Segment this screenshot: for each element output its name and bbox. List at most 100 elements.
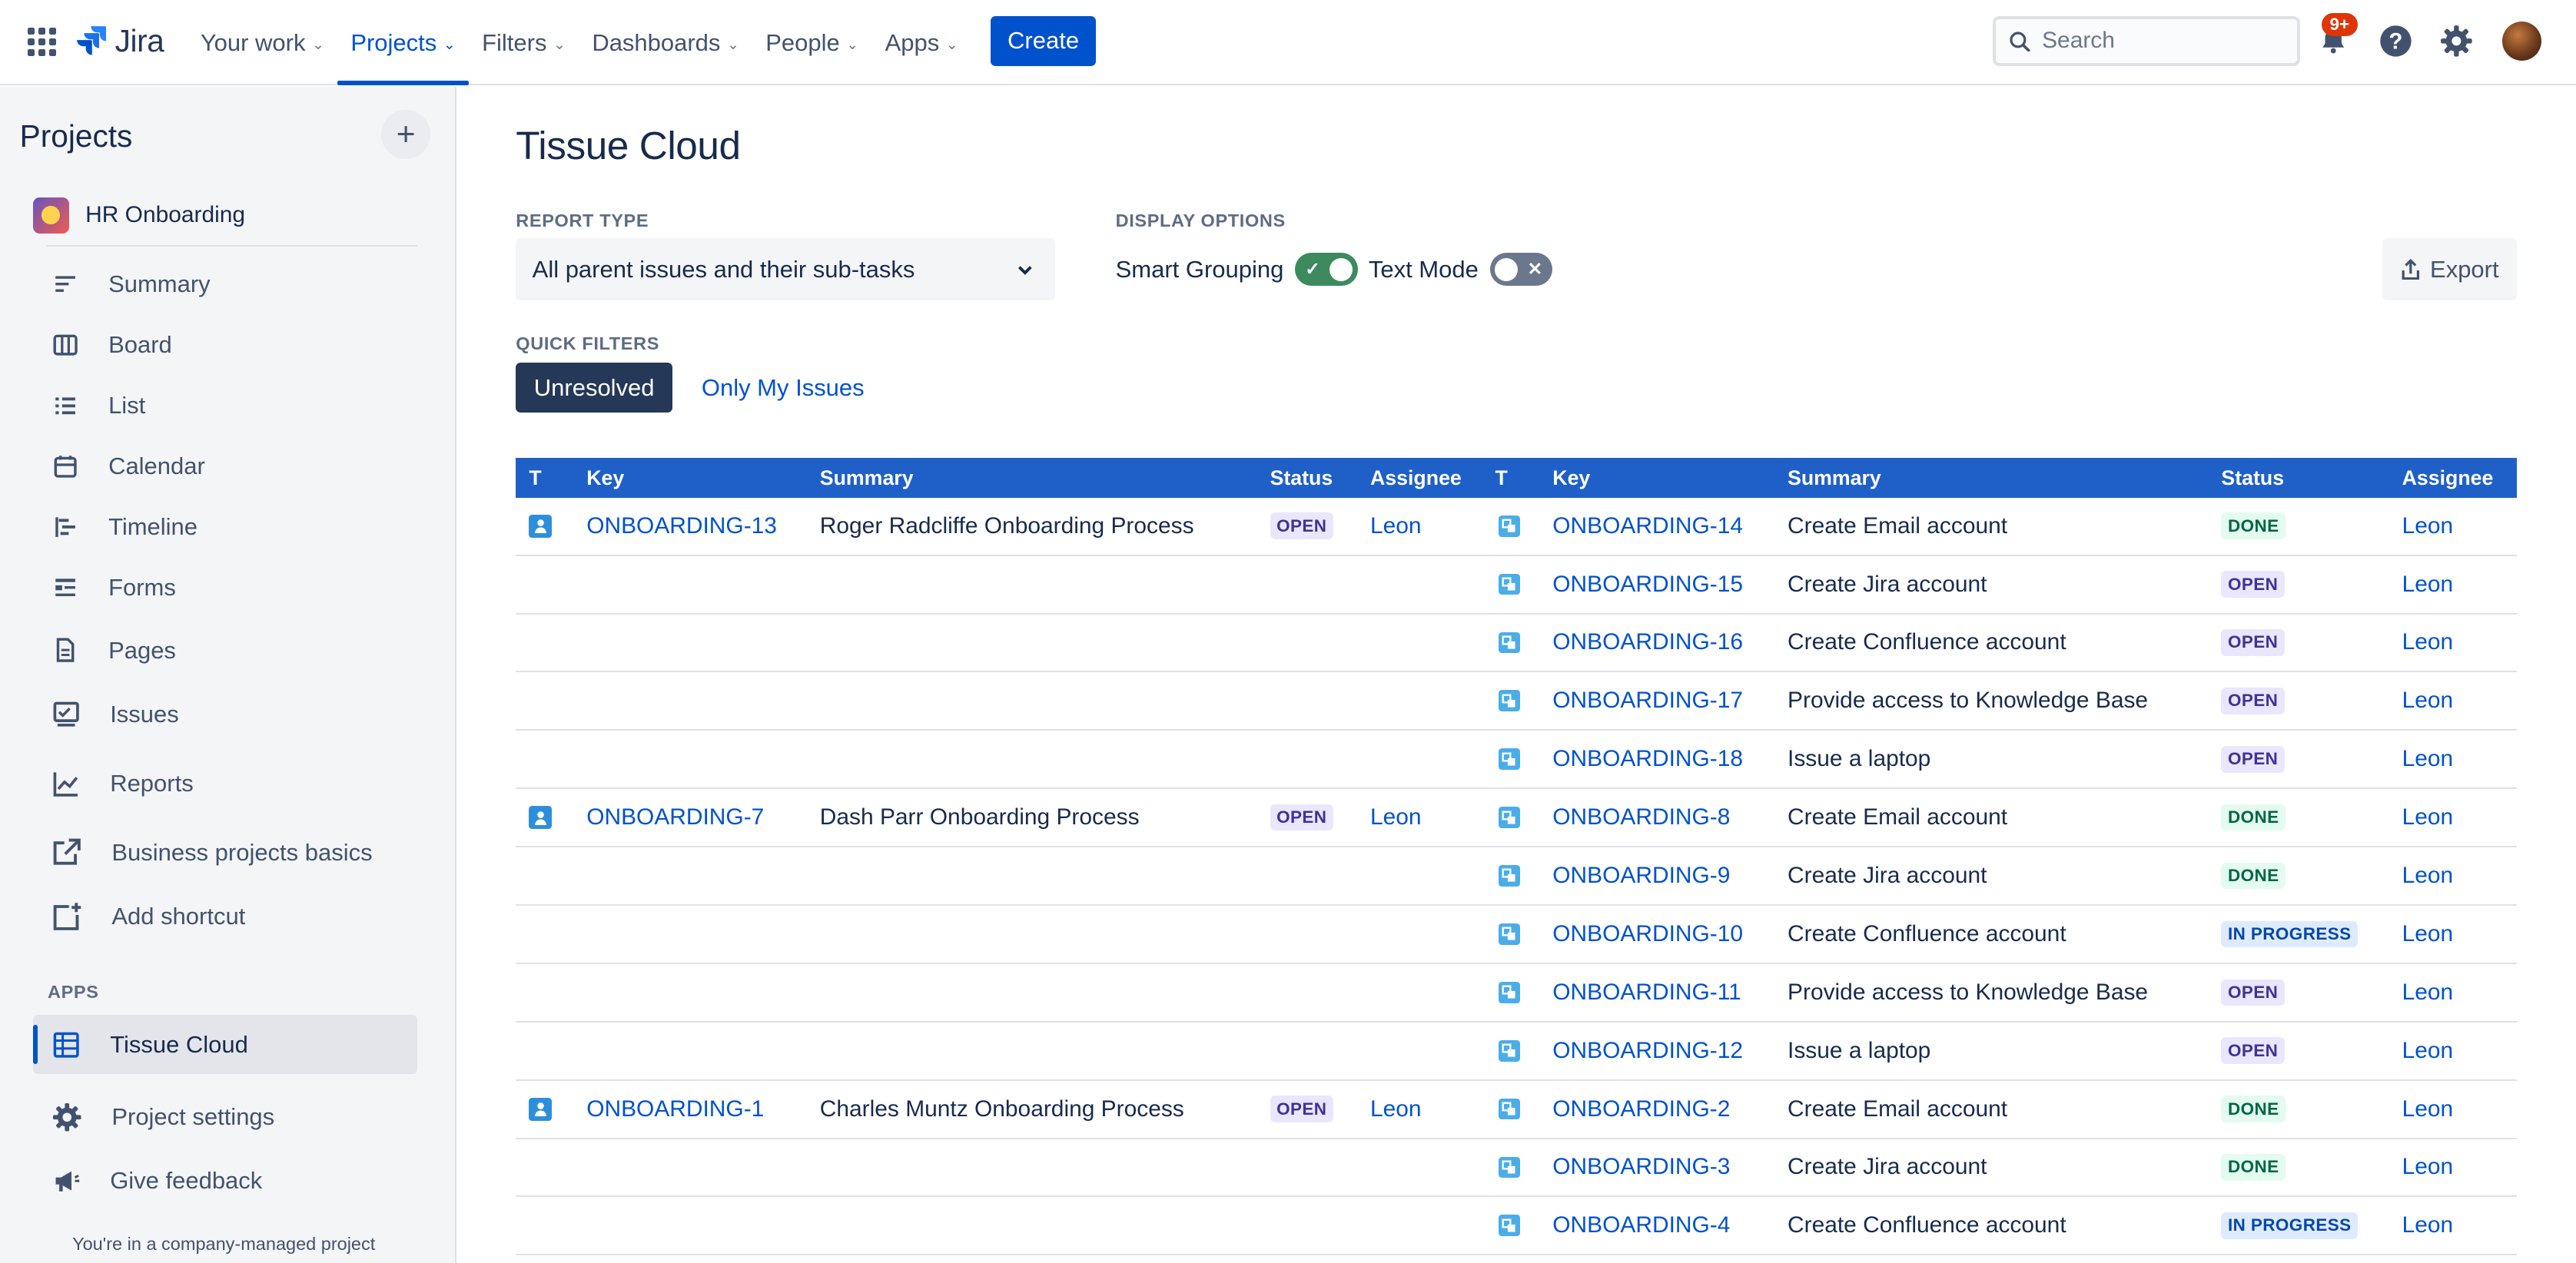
child-issue-key[interactable]: ONBOARDING-14 — [1552, 513, 1743, 539]
nav-dashboards[interactable]: Dashboards ⌄ — [579, 0, 752, 85]
search-input[interactable] — [2042, 28, 2272, 55]
header-parent-assignee[interactable]: Assignee — [1370, 458, 1462, 497]
report-type-label: REPORT TYPE — [516, 210, 649, 230]
sidebar-item-reports[interactable]: Reports — [33, 755, 417, 811]
app-switcher-icon[interactable] — [28, 28, 56, 56]
child-assignee[interactable]: Leon — [2402, 804, 2454, 830]
child-assignee[interactable]: Leon — [2402, 1038, 2454, 1064]
table-row: ONBOARDING-10 Create Confluence account IN… — [516, 906, 2518, 964]
header-parent-key[interactable]: Key — [586, 458, 624, 497]
sidebar-item-project-settings[interactable]: Project settings — [33, 1089, 417, 1145]
sidebar-item-give-feedback[interactable]: Give feedback — [33, 1153, 417, 1209]
child-assignee[interactable]: Leon — [2402, 746, 2454, 772]
status-badge: OPEN — [1270, 1096, 1333, 1122]
child-assignee[interactable]: Leon — [2402, 572, 2454, 598]
jira-logo[interactable]: Jira — [75, 23, 164, 59]
header-child-assignee[interactable]: Assignee — [2402, 458, 2494, 497]
child-assignee[interactable]: Leon — [2402, 629, 2454, 655]
sidebar-item-add-shortcut[interactable]: Add shortcut — [33, 889, 417, 945]
sidebar-item-tissue-cloud[interactable]: Tissue Cloud — [32, 1015, 418, 1075]
settings-gear-icon[interactable] — [2437, 22, 2476, 61]
nav-projects[interactable]: Projects ⌄ — [337, 0, 469, 86]
nav-apps[interactable]: Apps ⌄ — [872, 0, 971, 85]
child-assignee[interactable]: Leon — [2402, 1212, 2454, 1238]
parent-assignee[interactable]: Leon — [1370, 804, 1422, 830]
search-box[interactable] — [1993, 16, 2301, 66]
child-issue-key[interactable]: ONBOARDING-16 — [1552, 629, 1743, 655]
user-avatar[interactable] — [2502, 21, 2542, 61]
parent-assignee[interactable]: Leon — [1370, 513, 1422, 539]
nav-label: Apps — [885, 28, 940, 56]
child-issue-key[interactable]: ONBOARDING-9 — [1552, 863, 1730, 889]
parent-issue-summary: Charles Muntz Onboarding Process — [819, 1096, 1184, 1122]
smart-grouping-toggle[interactable]: ✓ — [1295, 253, 1358, 286]
nav-your-work[interactable]: Your work ⌄ — [188, 0, 338, 85]
sidebar-item-calendar[interactable]: Calendar — [33, 439, 417, 495]
export-button[interactable]: Export — [2382, 237, 2518, 301]
timeline-icon — [55, 517, 76, 538]
child-assignee[interactable]: Leon — [2402, 863, 2454, 889]
child-issue-key[interactable]: ONBOARDING-8 — [1552, 804, 1730, 830]
page-title: Tissue Cloud — [516, 124, 741, 168]
child-issue-key[interactable]: ONBOARDING-17 — [1552, 688, 1743, 714]
forms-icon — [55, 578, 76, 597]
sidebar-item-forms[interactable]: Forms — [33, 560, 417, 616]
sidebar-item-label: Give feedback — [110, 1167, 263, 1195]
header-child-status[interactable]: Status — [2221, 458, 2284, 497]
add-project-button[interactable]: + — [380, 110, 431, 160]
notification-count-badge: 9+ — [2321, 13, 2358, 37]
child-issue-key[interactable]: ONBOARDING-11 — [1552, 980, 1741, 1006]
text-mode-toggle[interactable]: ✕ — [1489, 253, 1552, 286]
child-issue-key[interactable]: ONBOARDING-2 — [1552, 1096, 1730, 1122]
status-badge: OPEN — [2221, 979, 2285, 1006]
quick-filter-unresolved[interactable]: Unresolved — [516, 363, 673, 413]
child-assignee[interactable]: Leon — [2402, 688, 2454, 714]
child-issue-key[interactable]: ONBOARDING-12 — [1552, 1038, 1743, 1064]
child-issue-key[interactable]: ONBOARDING-10 — [1552, 921, 1743, 947]
megaphone-icon — [55, 1171, 80, 1192]
parent-issue-key[interactable]: ONBOARDING-1 — [586, 1096, 764, 1122]
subtask-type-icon — [1498, 515, 1520, 537]
child-assignee[interactable]: Leon — [2402, 513, 2454, 539]
child-assignee[interactable]: Leon — [2402, 980, 2454, 1006]
report-type-select[interactable]: All parent issues and their sub-tasks — [516, 237, 1055, 301]
header-parent-status[interactable]: Status — [1270, 458, 1333, 497]
child-assignee[interactable]: Leon — [2402, 1154, 2454, 1180]
child-issue-key[interactable]: ONBOARDING-18 — [1552, 746, 1743, 772]
header-parent-summary[interactable]: Summary — [820, 458, 914, 497]
apps-heading: APPS — [47, 982, 99, 1003]
nav-people[interactable]: People ⌄ — [752, 0, 871, 85]
header-child-key[interactable]: Key — [1552, 458, 1590, 497]
status-badge: IN PROGRESS — [2221, 920, 2359, 948]
project-selector[interactable]: HR Onboarding — [20, 186, 430, 245]
sidebar-item-timeline[interactable]: Timeline — [33, 499, 417, 555]
create-button[interactable]: Create — [991, 16, 1096, 66]
parent-issue-key[interactable]: ONBOARDING-13 — [586, 513, 777, 539]
child-assignee[interactable]: Leon — [2402, 1096, 2454, 1122]
check-icon: ✓ — [1305, 258, 1320, 279]
sidebar-item-pages[interactable]: Pages — [33, 622, 417, 678]
status-badge: DONE — [2221, 1096, 2286, 1122]
child-issue-key[interactable]: ONBOARDING-15 — [1552, 572, 1743, 598]
sidebar-item-label: Project settings — [111, 1102, 275, 1130]
quick-filter-only-my-issues[interactable]: Only My Issues — [683, 363, 882, 412]
sidebar-item-list[interactable]: List — [33, 378, 417, 434]
subtask-type-icon — [1498, 690, 1520, 712]
child-issue-key[interactable]: ONBOARDING-3 — [1552, 1154, 1730, 1180]
table-row: ONBOARDING-4 Create Confluence account IN … — [516, 1197, 2518, 1256]
sidebar-item-business-basics[interactable]: Business projects basics — [33, 824, 417, 880]
status-badge: DONE — [2221, 512, 2286, 539]
header-child-summary[interactable]: Summary — [1788, 458, 1881, 497]
sidebar-item-summary[interactable]: Summary — [33, 257, 417, 313]
sidebar-item-board[interactable]: Board — [33, 317, 417, 373]
sidebar-item-label: List — [108, 392, 146, 419]
help-icon[interactable]: ? — [2375, 22, 2415, 61]
sidebar-item-issues[interactable]: Issues — [33, 687, 417, 743]
child-assignee[interactable]: Leon — [2402, 921, 2454, 947]
project-type-note: You're in a company-managed project — [72, 1233, 376, 1254]
nav-filters[interactable]: Filters ⌄ — [469, 0, 579, 85]
child-issue-key[interactable]: ONBOARDING-4 — [1552, 1212, 1730, 1238]
sidebar-item-label: Calendar — [108, 452, 205, 480]
parent-assignee[interactable]: Leon — [1370, 1096, 1422, 1122]
parent-issue-key[interactable]: ONBOARDING-7 — [586, 804, 764, 830]
